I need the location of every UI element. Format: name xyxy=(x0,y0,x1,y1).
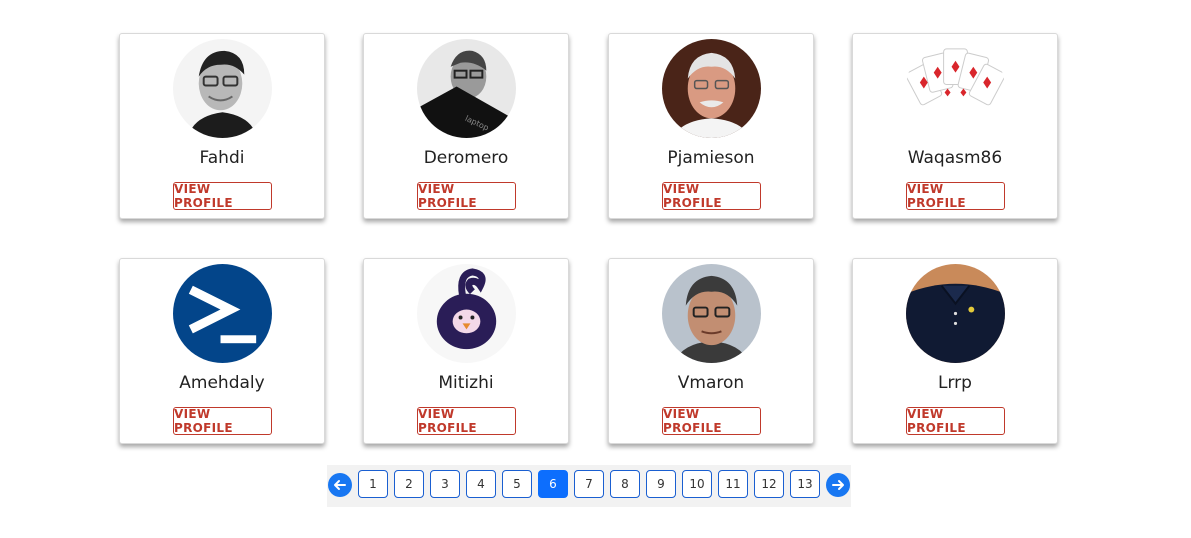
view-profile-button[interactable]: VIEW PROFILE xyxy=(417,182,516,210)
user-name: Fahdi xyxy=(199,148,245,168)
user-card: Mitizhi VIEW PROFILE xyxy=(363,258,569,444)
view-profile-button[interactable]: VIEW PROFILE xyxy=(662,182,761,210)
user-card: Amehdaly VIEW PROFILE xyxy=(119,258,325,444)
view-profile-button[interactable]: VIEW PROFILE xyxy=(906,407,1005,435)
page-button[interactable]: 9 xyxy=(646,470,676,498)
view-profile-button[interactable]: VIEW PROFILE xyxy=(417,407,516,435)
user-name: Pjamieson xyxy=(667,148,755,168)
user-name: Waqasm86 xyxy=(907,148,1003,168)
page-button[interactable]: 1 xyxy=(358,470,388,498)
page-button[interactable]: 3 xyxy=(430,470,460,498)
page-button[interactable]: 5 xyxy=(502,470,532,498)
user-card: laptop Deromero VIEW PROFILE xyxy=(363,33,569,219)
page-button[interactable]: 4 xyxy=(466,470,496,498)
avatar xyxy=(906,264,1005,363)
user-card: Vmaron VIEW PROFILE xyxy=(608,258,814,444)
view-profile-button[interactable]: VIEW PROFILE xyxy=(173,407,272,435)
arrow-right-icon xyxy=(832,480,844,490)
page-button[interactable]: 10 xyxy=(682,470,712,498)
page-button[interactable]: 12 xyxy=(754,470,784,498)
view-profile-button[interactable]: VIEW PROFILE xyxy=(173,182,272,210)
user-card: Lrrp VIEW PROFILE xyxy=(852,258,1058,444)
user-name: Deromero xyxy=(423,148,509,168)
avatar: laptop xyxy=(417,39,516,138)
user-name: Mitizhi xyxy=(438,373,494,393)
page-button[interactable]: 8 xyxy=(610,470,640,498)
next-page-button[interactable] xyxy=(826,473,850,497)
avatar xyxy=(906,39,1005,138)
avatar xyxy=(173,39,272,138)
user-name: Amehdaly xyxy=(179,373,265,393)
avatar xyxy=(662,264,761,363)
user-card: Pjamieson VIEW PROFILE xyxy=(608,33,814,219)
view-profile-button[interactable]: VIEW PROFILE xyxy=(662,407,761,435)
avatar xyxy=(173,264,272,363)
page-button[interactable]: 7 xyxy=(574,470,604,498)
user-name: Vmaron xyxy=(677,373,745,393)
avatar xyxy=(662,39,761,138)
prev-page-button[interactable] xyxy=(328,473,352,497)
arrow-left-icon xyxy=(334,480,346,490)
user-card: Waqasm86 VIEW PROFILE xyxy=(852,33,1058,219)
user-card: Fahdi VIEW PROFILE xyxy=(119,33,325,219)
user-name: Lrrp xyxy=(938,373,972,393)
page-button-current[interactable]: 6 xyxy=(538,470,568,498)
page-button[interactable]: 11 xyxy=(718,470,748,498)
page-button[interactable]: 13 xyxy=(790,470,820,498)
view-profile-button[interactable]: VIEW PROFILE xyxy=(906,182,1005,210)
page-button[interactable]: 2 xyxy=(394,470,424,498)
avatar xyxy=(417,264,516,363)
